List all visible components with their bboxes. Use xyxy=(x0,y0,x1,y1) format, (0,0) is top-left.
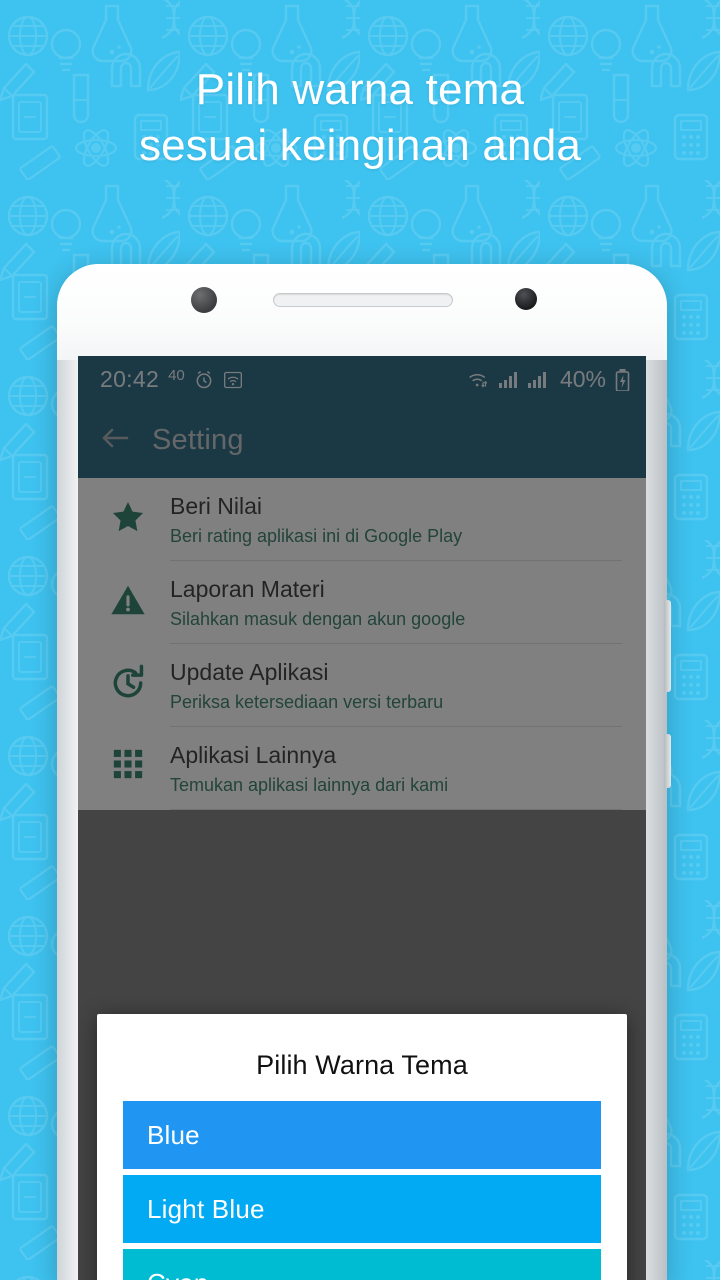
color-option-label: Light Blue xyxy=(147,1193,265,1224)
color-option-cyan[interactable]: Cyan xyxy=(123,1249,601,1280)
earpiece-speaker xyxy=(273,293,453,307)
proximity-sensor-icon xyxy=(191,287,217,313)
theme-color-dialog: Pilih Warna Tema Blue Light Blue Cyan Te… xyxy=(97,1014,627,1280)
phone-mockup: 20:42 40 xyxy=(57,264,671,1280)
volume-button[interactable] xyxy=(664,600,671,692)
color-option-light-blue[interactable]: Light Blue xyxy=(123,1175,601,1243)
promo-headline-line2: sesuai keinginan anda xyxy=(138,121,582,171)
color-option-label: Cyan xyxy=(147,1268,209,1280)
phone-bezel-top xyxy=(57,264,667,360)
color-option-blue[interactable]: Blue xyxy=(123,1101,601,1169)
color-option-list: Blue Light Blue Cyan Teal Green xyxy=(97,1101,627,1280)
promo-headline-line1: Pilih warna tema xyxy=(195,65,525,114)
dialog-title: Pilih Warna Tema xyxy=(256,1050,468,1080)
power-button[interactable] xyxy=(664,734,671,788)
promo-headline: Pilih warna tema sesuai keinginan anda xyxy=(0,62,720,175)
front-camera-icon xyxy=(515,288,537,310)
phone-screen: 20:42 40 xyxy=(78,356,646,1280)
color-option-label: Blue xyxy=(147,1119,200,1150)
